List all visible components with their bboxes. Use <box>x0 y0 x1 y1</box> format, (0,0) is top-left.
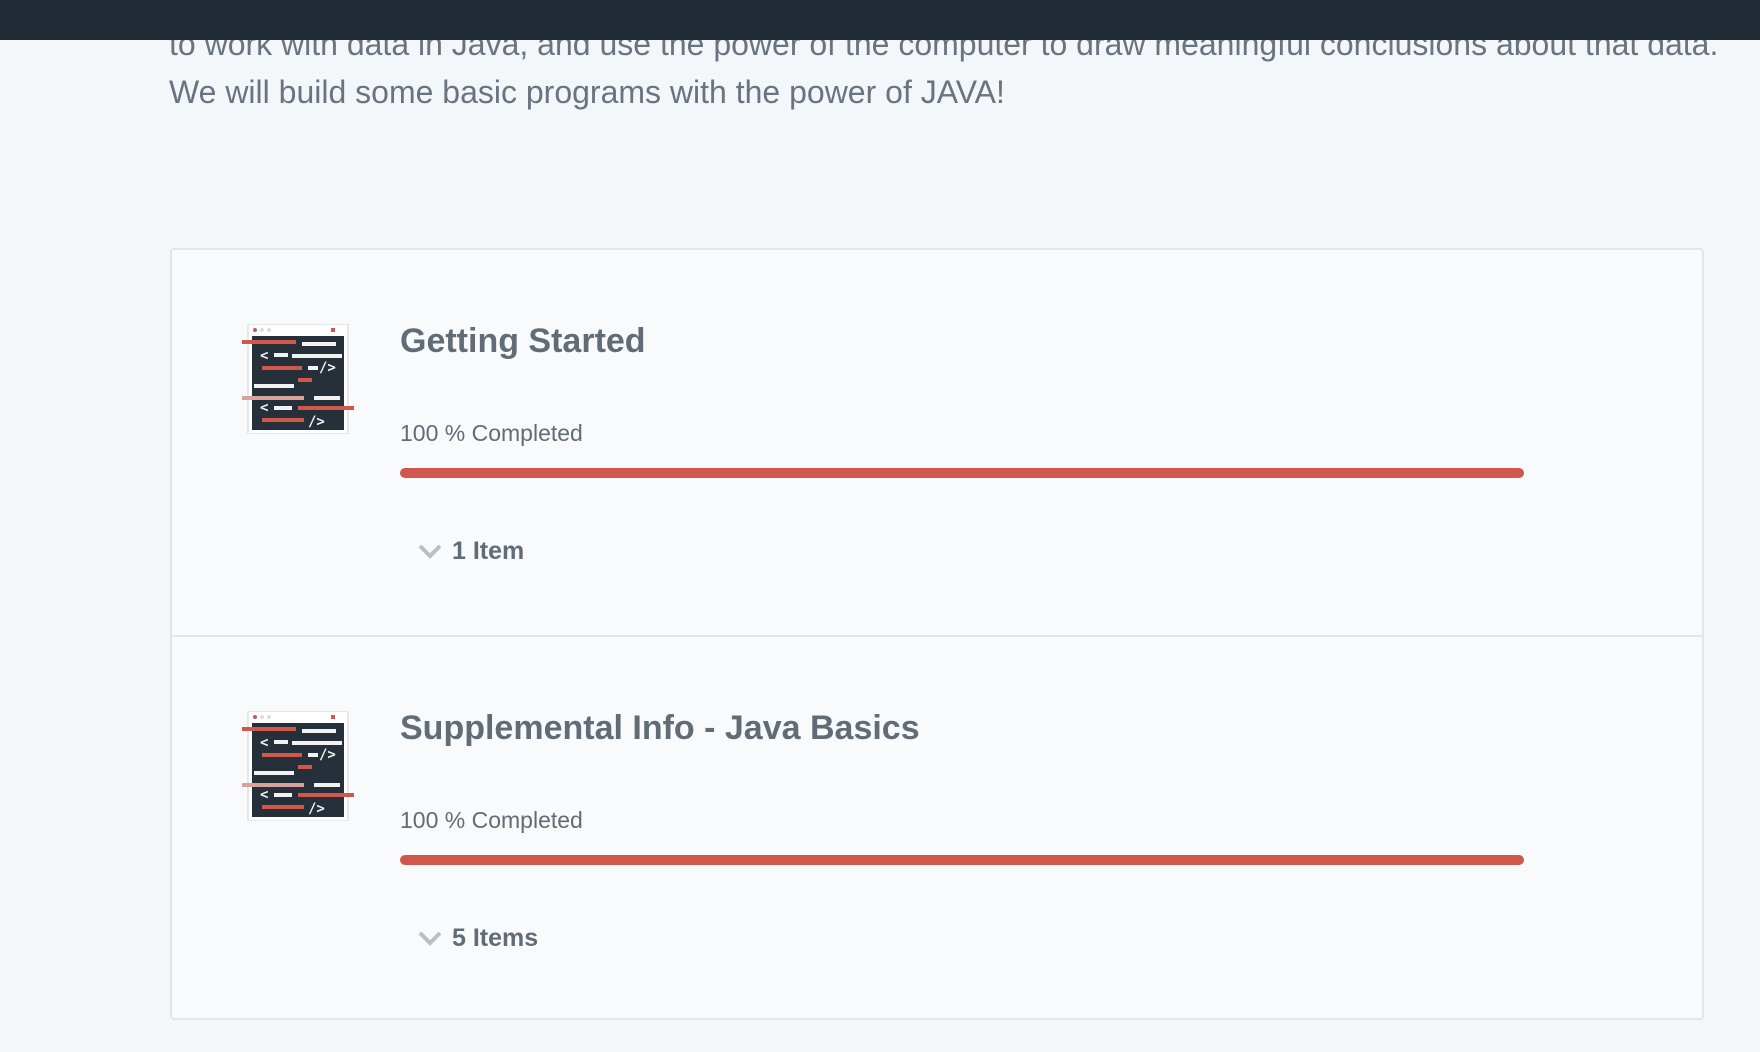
progress-bar <box>400 468 1524 478</box>
section-title[interactable]: Supplemental Info - Java Basics <box>400 709 920 748</box>
chevron-down-icon <box>418 544 442 559</box>
svg-text:<: < <box>260 400 268 416</box>
progress-text: 100 % Completed <box>400 420 583 446</box>
items-count-label: 1 Item <box>452 536 525 565</box>
chevron-down-icon <box>418 931 442 946</box>
items-toggle[interactable]: 5 Items <box>416 923 538 953</box>
section-title[interactable]: Getting Started <box>400 322 646 361</box>
svg-text:/>: /> <box>308 801 325 817</box>
section-getting-started: < /> < /> Getting Started 100 % Complete… <box>172 250 1702 635</box>
svg-text:/>: /> <box>308 414 325 430</box>
section-supplemental-info: < /> < /> Supplemental Info - Java Basic… <box>172 635 1702 1020</box>
top-nav-bar <box>0 0 1760 40</box>
progress-text: 100 % Completed <box>400 807 583 833</box>
code-editor-icon: < /> < /> <box>242 710 354 822</box>
progress-bar <box>400 855 1524 865</box>
svg-text:/>: /> <box>319 360 336 376</box>
course-sections-card: < /> < /> Getting Started 100 % Complete… <box>170 248 1704 1020</box>
svg-text:<: < <box>260 348 268 364</box>
course-description-line-2: We will build some basic programs with t… <box>169 74 1005 110</box>
progress-bar-fill <box>400 468 1524 478</box>
svg-text:/>: /> <box>319 747 336 763</box>
svg-text:<: < <box>260 735 268 751</box>
items-count-label: 5 Items <box>452 923 539 952</box>
svg-text:<: < <box>260 787 268 803</box>
code-editor-icon: < /> < /> <box>242 323 354 435</box>
items-toggle[interactable]: 1 Item <box>416 536 524 566</box>
progress-bar-fill <box>400 855 1524 865</box>
